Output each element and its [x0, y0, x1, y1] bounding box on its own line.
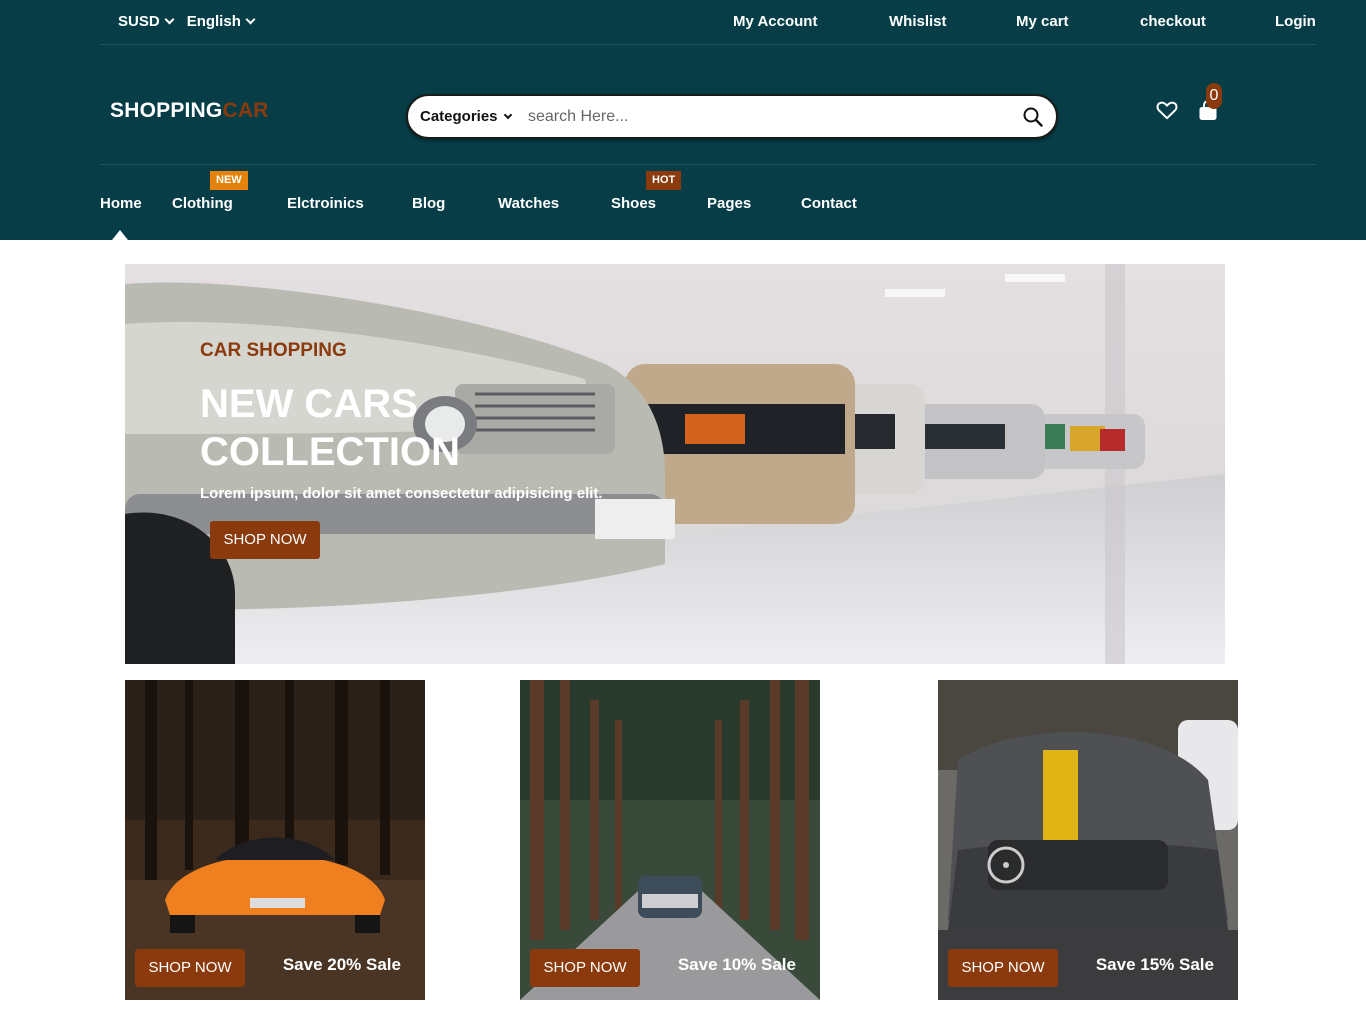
site-header: SUSD English My Account Whislist My cart… [0, 0, 1366, 240]
shop-now-button[interactable]: SHOP NOW [948, 949, 1058, 987]
top-bar: SUSD English [100, 0, 1316, 45]
chevron-down-icon [503, 110, 512, 119]
search-bar: Categories [406, 94, 1058, 139]
my-account-link[interactable]: My Account [733, 13, 817, 30]
sale-label: Save 20% Sale [282, 955, 401, 974]
search-icon[interactable] [1022, 106, 1044, 128]
nav-home[interactable]: Home [100, 195, 142, 212]
category-label: Categories [420, 108, 498, 125]
hero-shop-now-button[interactable]: SHOP NOW [210, 521, 320, 559]
hero-title: NEW CARS COLLECTION [200, 380, 600, 476]
new-badge: NEW [210, 171, 248, 190]
language-select[interactable]: English [186, 13, 256, 30]
site-logo[interactable]: SHOPPINGCAR [110, 99, 269, 123]
nav-electronics[interactable]: Elctroinics [287, 195, 364, 212]
logo-part-car: CAR [222, 99, 269, 122]
active-nav-indicator [112, 230, 128, 240]
heart-icon[interactable] [1156, 100, 1178, 120]
cart-count-badge: 0 [1206, 83, 1222, 109]
currency-select[interactable]: SUSD [118, 13, 175, 30]
hero-description: Lorem ipsum, dolor sit amet consectetur … [200, 485, 603, 502]
shop-now-button[interactable]: SHOP NOW [530, 949, 640, 987]
category-select[interactable]: Categories [420, 108, 512, 125]
product-card: SHOP NOW Save 15% Sale [938, 680, 1238, 1000]
sale-label: Save 10% Sale [677, 955, 796, 974]
hero-title-line-1: NEW CARS [200, 382, 418, 426]
nav-shoes[interactable]: Shoes [611, 195, 656, 212]
sale-label: Save 15% Sale [1095, 955, 1214, 974]
hero-banner: CAR SHOPPING NEW CARS COLLECTION Lorem i… [125, 264, 1225, 664]
nav-pages[interactable]: Pages [707, 195, 751, 212]
search-input[interactable] [528, 104, 998, 130]
logo-part-shopping: SHOPPING [110, 99, 223, 122]
product-card: SHOP NOW Save 10% Sale [520, 680, 820, 1000]
nav-blog[interactable]: Blog [412, 195, 445, 212]
wishlist-link[interactable]: Whislist [889, 13, 947, 30]
my-cart-link[interactable]: My cart [1016, 13, 1069, 30]
nav-watches[interactable]: Watches [498, 195, 559, 212]
checkout-link[interactable]: checkout [1140, 13, 1206, 30]
header-divider [100, 164, 1316, 165]
nav-contact[interactable]: Contact [801, 195, 857, 212]
login-link[interactable]: Login [1275, 13, 1316, 30]
nav-clothing[interactable]: Clothing [172, 195, 233, 212]
shop-now-button[interactable]: SHOP NOW [135, 949, 245, 987]
hot-badge: HOT [646, 171, 682, 190]
language-value: English [186, 13, 241, 30]
product-card: SHOP NOW Save 20% Sale [125, 680, 425, 1000]
chevron-down-icon [245, 14, 256, 25]
currency-value: SUSD [118, 13, 160, 30]
chevron-down-icon [164, 14, 175, 25]
hero-subtitle: CAR SHOPPING [200, 340, 347, 361]
hero-title-line-2: COLLECTION [200, 430, 460, 474]
